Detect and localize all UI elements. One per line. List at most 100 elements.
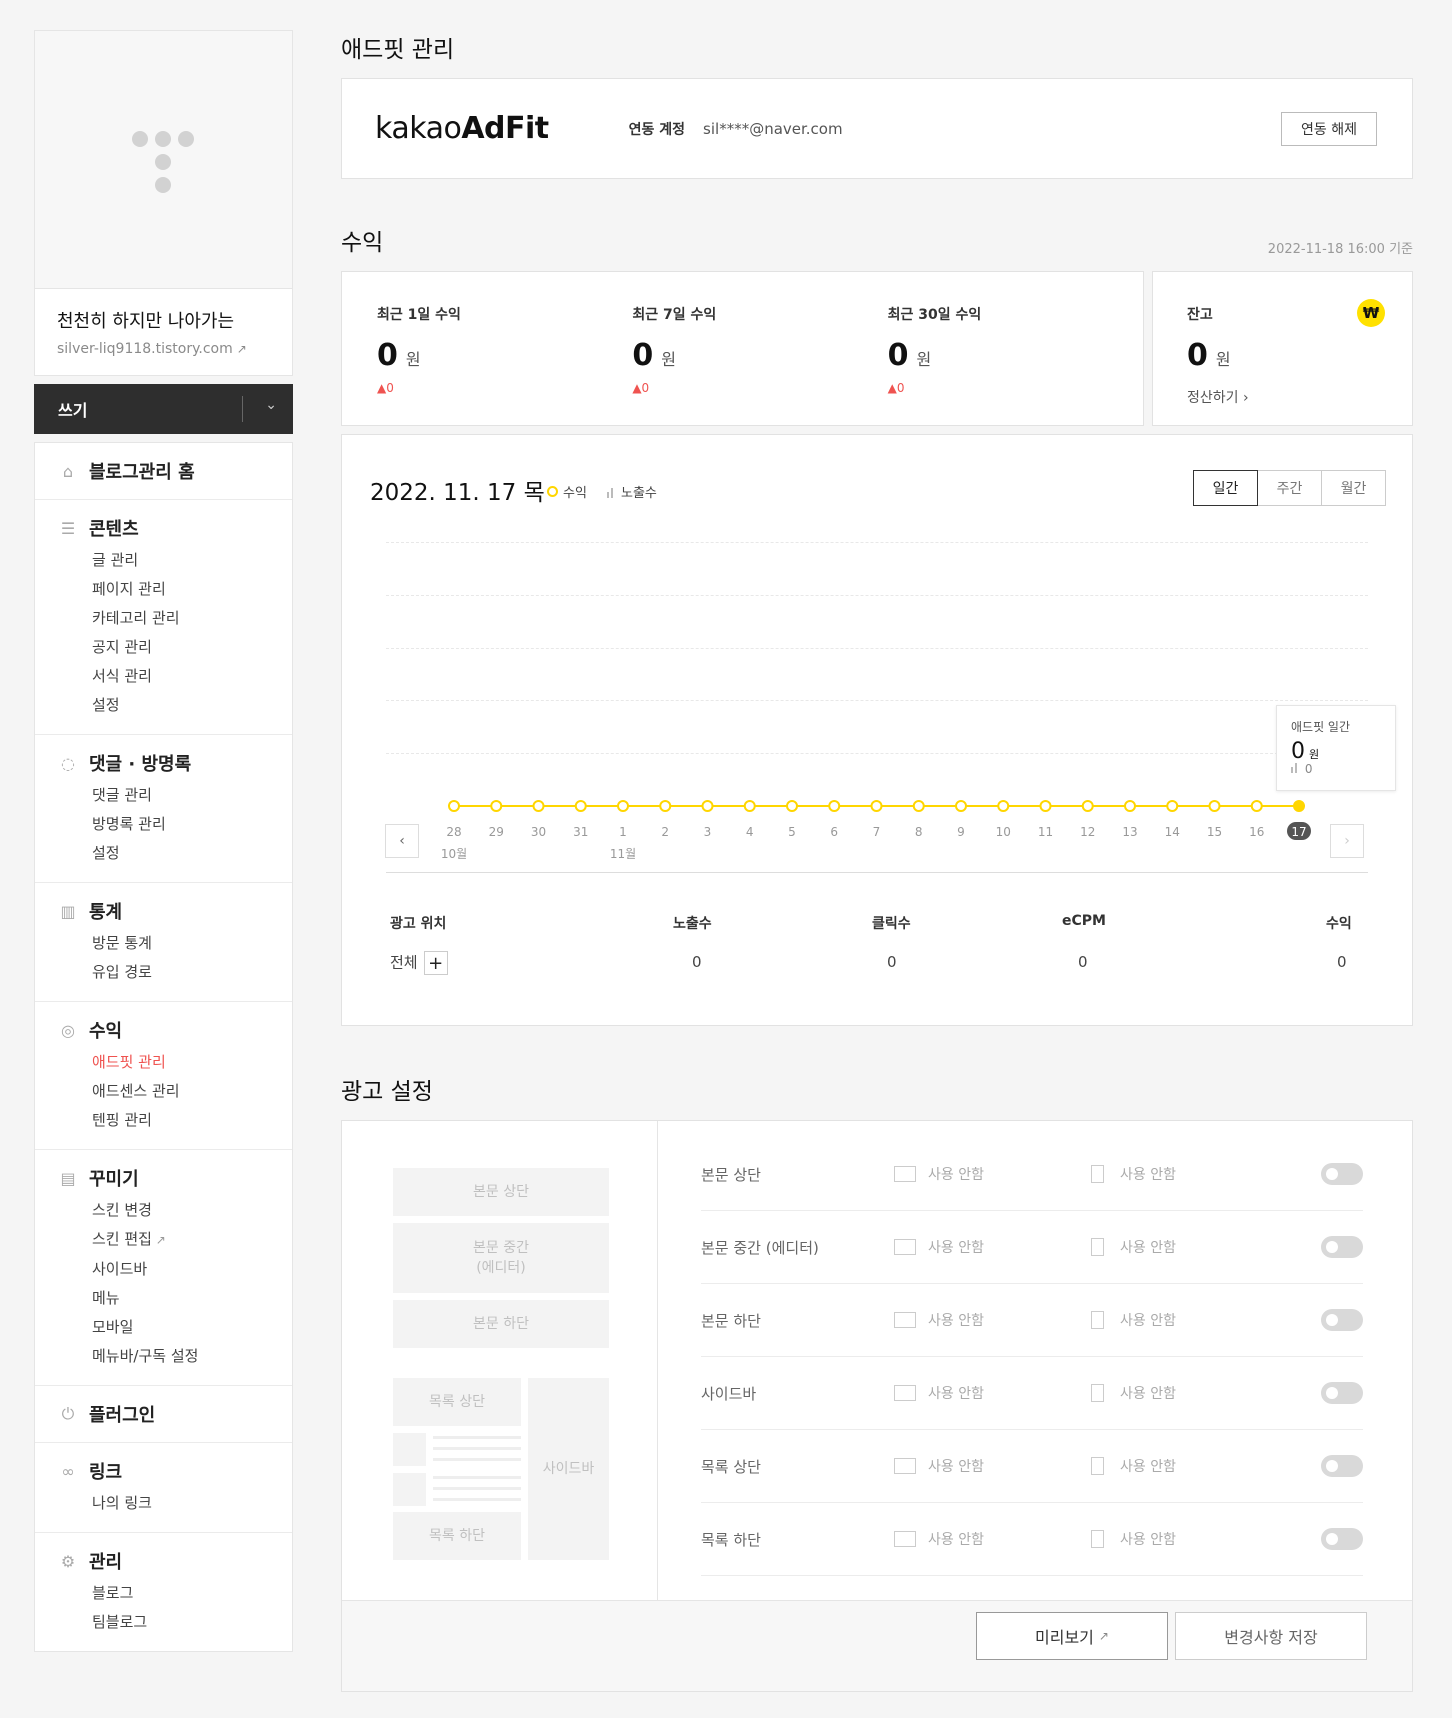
menu-item[interactable]: 나의 링크: [35, 1489, 292, 1518]
x-tick-label[interactable]: 30: [531, 825, 546, 839]
pc-setting[interactable]: 사용 안함: [894, 1529, 984, 1549]
menu-item[interactable]: 팀블로그: [35, 1608, 292, 1637]
menu-group-header[interactable]: ◎ 수익: [35, 1016, 292, 1044]
tab-daily[interactable]: 일간: [1193, 470, 1258, 506]
blog-url-link[interactable]: silver-liq9118.tistory.com ↗: [57, 341, 270, 357]
mobile-setting[interactable]: 사용 안함: [1091, 1529, 1176, 1549]
data-point[interactable]: [997, 800, 1010, 812]
expand-plus-button[interactable]: +: [423, 951, 448, 975]
menu-item[interactable]: 애드센스 관리: [35, 1077, 292, 1106]
menu-group-header[interactable]: ▤ 꾸미기: [35, 1164, 292, 1192]
ad-toggle-switch[interactable]: [1321, 1382, 1363, 1404]
data-point[interactable]: [786, 800, 798, 812]
pc-setting[interactable]: 사용 안함: [894, 1164, 984, 1184]
ad-toggle-switch[interactable]: [1321, 1455, 1363, 1477]
mobile-setting[interactable]: 사용 안함: [1091, 1383, 1176, 1403]
x-tick-label[interactable]: 12: [1080, 825, 1095, 839]
menu-item[interactable]: 방문 통계: [35, 929, 292, 958]
data-point[interactable]: [448, 800, 460, 812]
x-tick-label[interactable]: 9: [957, 825, 965, 839]
data-point[interactable]: [1124, 800, 1136, 812]
menu-item[interactable]: 사이드바: [35, 1255, 292, 1284]
x-tick-label[interactable]: 11: [1038, 825, 1053, 839]
data-point[interactable]: [870, 800, 883, 812]
menu-group-header[interactable]: ⏻ 플러그인: [35, 1400, 292, 1428]
x-tick-label[interactable]: 7: [873, 825, 881, 839]
x-tick-label[interactable]: 13: [1122, 825, 1137, 839]
menu-group-header[interactable]: ▥ 통계: [35, 897, 292, 925]
menu-item[interactable]: 스킨 편집 ↗: [35, 1225, 292, 1255]
menu-item[interactable]: 페이지 관리: [35, 575, 292, 604]
menu-item[interactable]: 애드핏 관리: [35, 1048, 292, 1077]
mobile-setting[interactable]: 사용 안함: [1091, 1237, 1176, 1257]
menu-item[interactable]: 설정: [35, 839, 292, 868]
data-point[interactable]: [955, 800, 967, 812]
settle-link[interactable]: 정산하기 ›: [1187, 387, 1412, 407]
ad-toggle-switch[interactable]: [1321, 1528, 1363, 1550]
menu-item[interactable]: 카테고리 관리: [35, 604, 292, 633]
ad-toggle-switch[interactable]: [1321, 1309, 1363, 1331]
menu-group-header[interactable]: ◌ 댓글 · 방명록: [35, 749, 292, 777]
x-tick-label[interactable]: 5: [788, 825, 796, 839]
menu-item[interactable]: 모바일: [35, 1313, 292, 1342]
menu-group-header[interactable]: ⌂ 블로그관리 홈: [35, 457, 292, 485]
data-point[interactable]: [1208, 800, 1221, 812]
menu-item[interactable]: 메뉴바/구독 설정: [35, 1342, 292, 1371]
menu-item[interactable]: 방명록 관리: [35, 810, 292, 839]
data-point[interactable]: [743, 800, 756, 812]
mobile-setting[interactable]: 사용 안함: [1091, 1164, 1176, 1184]
data-point[interactable]: [1039, 800, 1052, 812]
menu-item[interactable]: 설정: [35, 691, 292, 720]
data-point[interactable]: [659, 800, 672, 812]
data-point[interactable]: [701, 800, 714, 812]
x-tick-label[interactable]: 10: [996, 825, 1011, 839]
data-point[interactable]: [574, 800, 587, 812]
chevron-down-icon[interactable]: ⌄: [265, 397, 277, 413]
menu-item[interactable]: 스킨 변경: [35, 1196, 292, 1225]
data-point[interactable]: [828, 800, 841, 812]
x-tick-label[interactable]: 29: [489, 825, 504, 839]
x-tick-label[interactable]: 8: [915, 825, 923, 839]
x-tick-label[interactable]: 16: [1249, 825, 1264, 839]
x-tick-label[interactable]: 14: [1165, 825, 1180, 839]
data-point[interactable]: [1166, 800, 1179, 812]
x-tick-label[interactable]: 1: [619, 825, 627, 839]
mobile-setting[interactable]: 사용 안함: [1091, 1456, 1176, 1476]
data-point[interactable]: [617, 800, 629, 812]
menu-group-header[interactable]: ☰ 콘텐츠: [35, 514, 292, 542]
data-point[interactable]: [490, 800, 503, 812]
save-changes-button[interactable]: 변경사항 저장: [1175, 1612, 1367, 1660]
mobile-setting[interactable]: 사용 안함: [1091, 1310, 1176, 1330]
menu-group-header[interactable]: ⚙ 관리: [35, 1547, 292, 1575]
pc-setting[interactable]: 사용 안함: [894, 1237, 984, 1257]
menu-item[interactable]: 유입 경로: [35, 958, 292, 987]
x-tick-label[interactable]: 17: [1291, 825, 1306, 839]
data-point[interactable]: [912, 800, 925, 812]
x-tick-label[interactable]: 6: [830, 825, 838, 839]
ad-toggle-switch[interactable]: [1321, 1163, 1363, 1185]
chart-prev-button[interactable]: ‹: [385, 824, 419, 858]
pc-setting[interactable]: 사용 안함: [894, 1310, 984, 1330]
data-point[interactable]: [1081, 800, 1094, 812]
unlink-button[interactable]: 연동 해제: [1281, 112, 1377, 146]
menu-item[interactable]: 글 관리: [35, 546, 292, 575]
data-point[interactable]: [1293, 800, 1305, 812]
menu-item[interactable]: 블로그: [35, 1579, 292, 1608]
x-tick-label[interactable]: 28: [446, 825, 461, 839]
menu-group-header[interactable]: ∞ 링크: [35, 1457, 292, 1485]
preview-button[interactable]: 미리보기 ↗: [976, 1612, 1168, 1660]
x-tick-label[interactable]: 15: [1207, 825, 1222, 839]
menu-item[interactable]: 댓글 관리: [35, 781, 292, 810]
chart-next-button[interactable]: ›: [1330, 824, 1364, 858]
pc-setting[interactable]: 사용 안함: [894, 1383, 984, 1403]
x-tick-label[interactable]: 2: [661, 825, 669, 839]
pc-setting[interactable]: 사용 안함: [894, 1456, 984, 1476]
x-tick-label[interactable]: 3: [704, 825, 712, 839]
menu-item[interactable]: 텐핑 관리: [35, 1106, 292, 1135]
menu-item[interactable]: 공지 관리: [35, 633, 292, 662]
x-tick-label[interactable]: 4: [746, 825, 754, 839]
data-point[interactable]: [532, 800, 545, 812]
ad-toggle-switch[interactable]: [1321, 1236, 1363, 1258]
write-button[interactable]: 쓰기 ⌄: [34, 384, 293, 434]
data-point[interactable]: [1250, 800, 1263, 812]
